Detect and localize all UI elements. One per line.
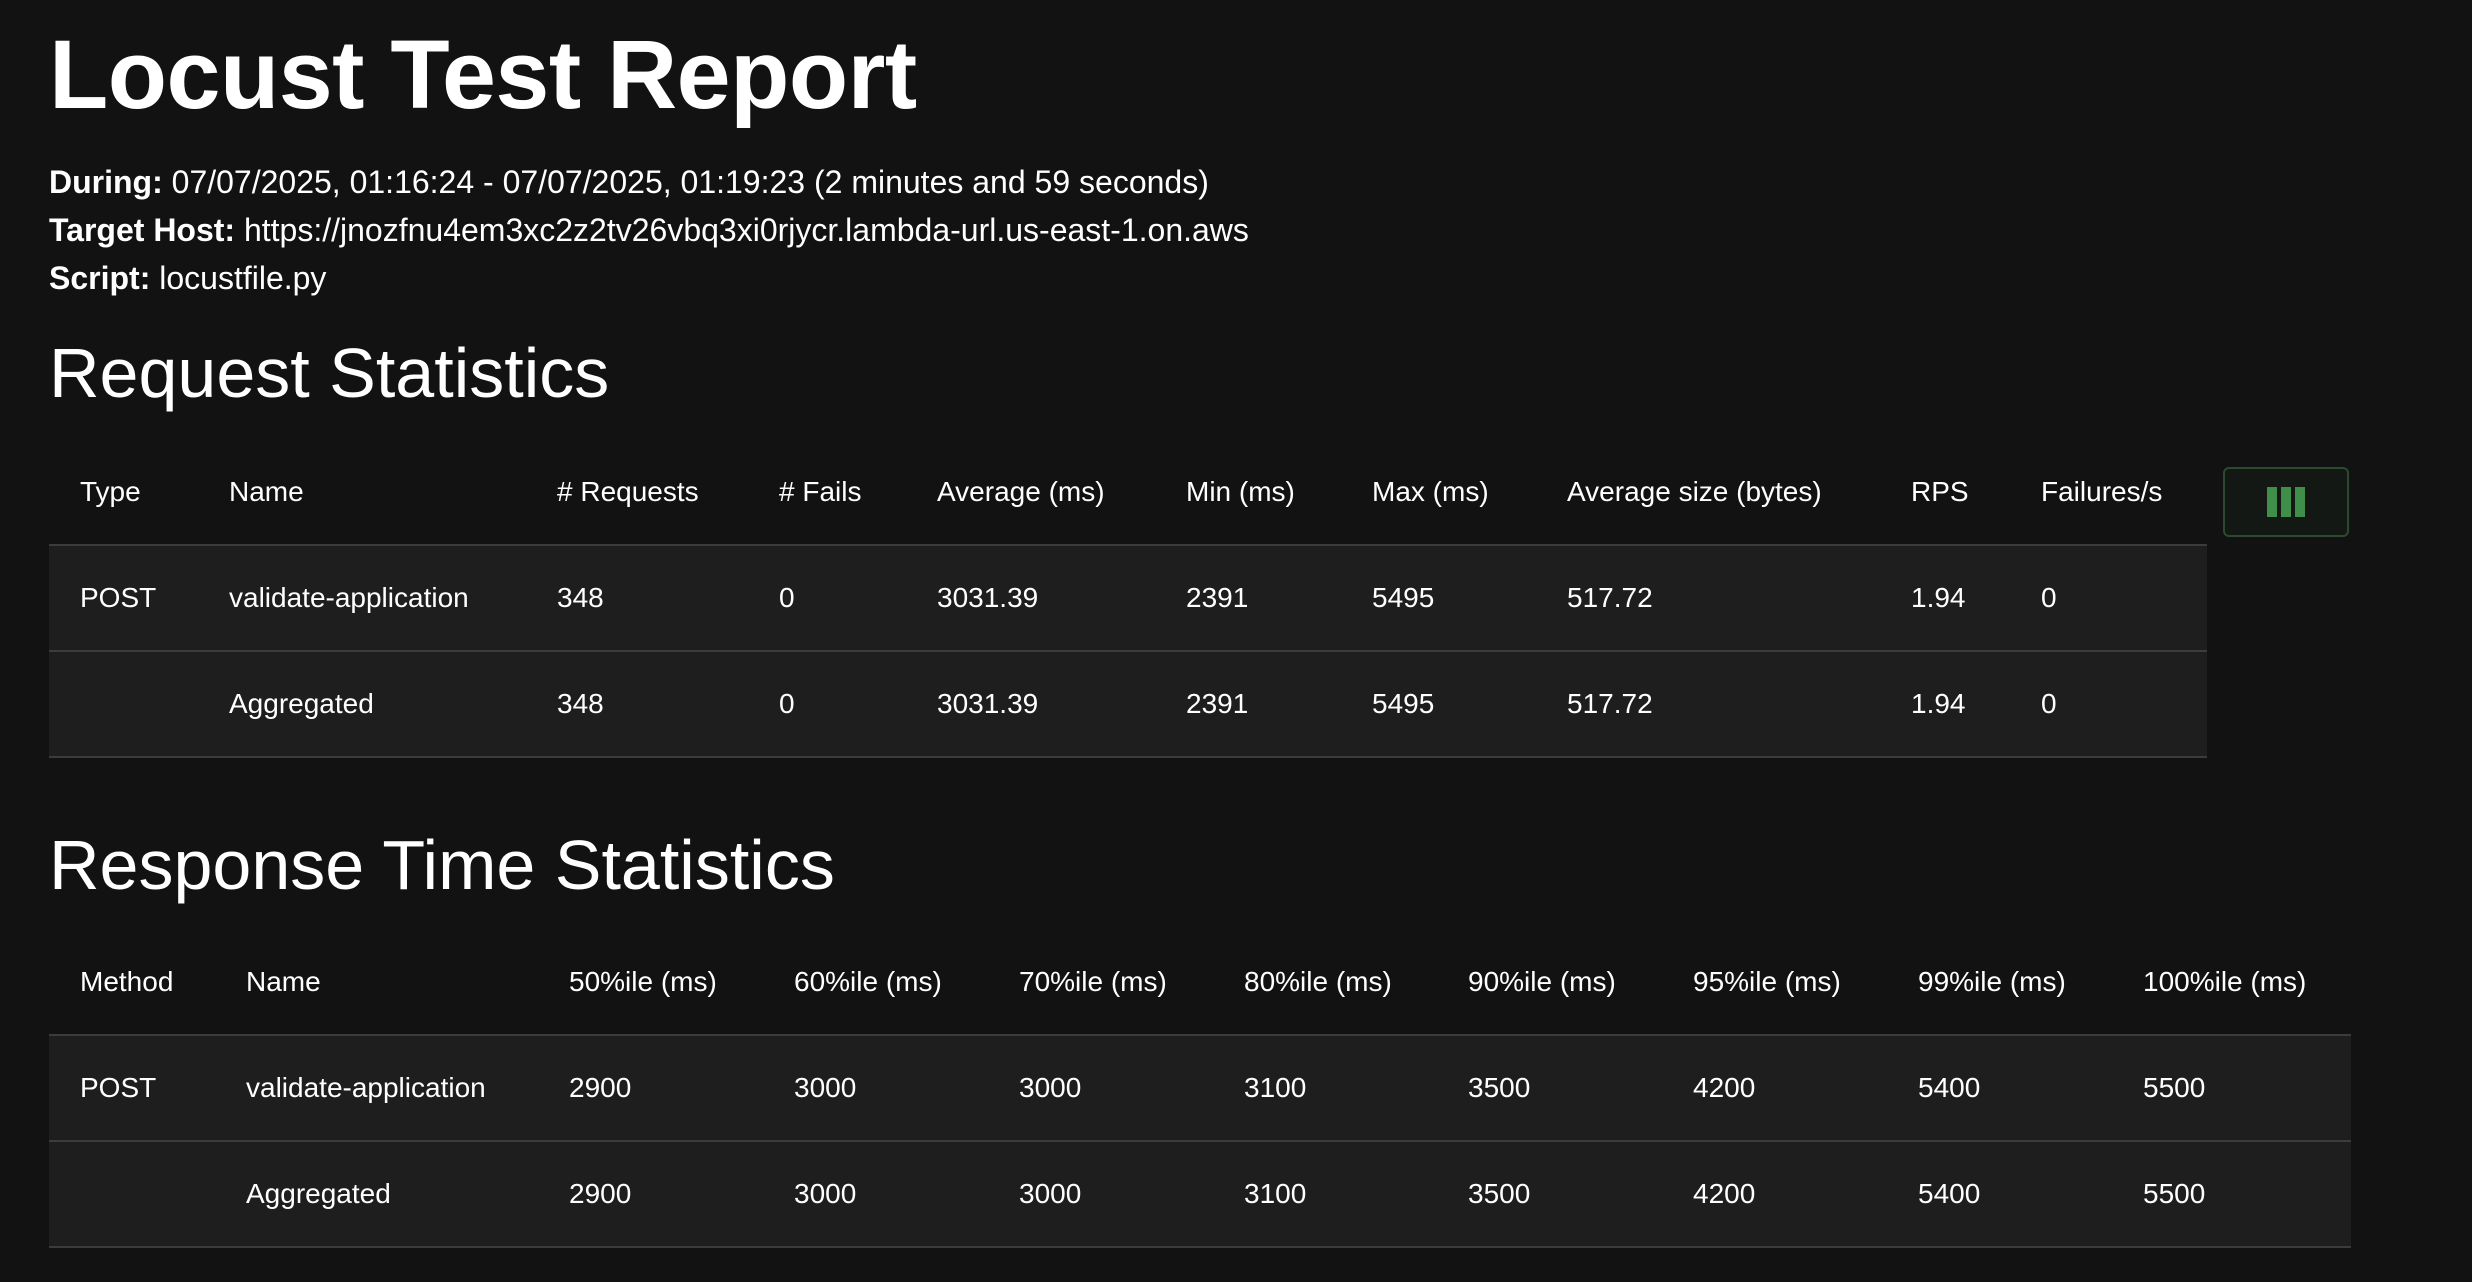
cell-rps: 1.94 xyxy=(1911,688,1966,719)
column-header-name[interactable]: Name xyxy=(215,930,538,1035)
column-header-p90[interactable]: 90%ile (ms) xyxy=(1437,930,1662,1035)
cell-p99: 5400 xyxy=(1918,1072,1981,1103)
response-time-statistics-title: Response Time Statistics xyxy=(49,826,835,904)
column-header-p50[interactable]: 50%ile (ms) xyxy=(538,930,763,1035)
cell-type xyxy=(49,651,198,757)
column-header-method[interactable]: Method xyxy=(49,930,215,1035)
table-row-aggregated: Aggregated 2900 3000 3000 3100 3500 4200… xyxy=(49,1141,2351,1247)
column-header-p70[interactable]: 70%ile (ms) xyxy=(988,930,1213,1035)
request-statistics-table: Type Name # Requests # Fails Average (ms… xyxy=(49,440,2207,758)
page-title: Locust Test Report xyxy=(49,20,917,129)
cell-failures-per-sec: 0 xyxy=(2041,688,2057,719)
cell-p80: 3100 xyxy=(1244,1178,1307,1209)
column-header-max[interactable]: Max (ms) xyxy=(1341,440,1536,545)
cell-p50: 2900 xyxy=(569,1178,632,1209)
cell-name: validate-application xyxy=(229,582,469,613)
cell-p95: 4200 xyxy=(1693,1178,1756,1209)
cell-requests: 348 xyxy=(557,582,604,613)
script-row: Script: locustfile.py xyxy=(49,254,1249,302)
cell-p60: 3000 xyxy=(794,1178,857,1209)
cell-p50: 2900 xyxy=(569,1072,632,1103)
table-row-aggregated: Aggregated 348 0 3031.39 2391 5495 517.7… xyxy=(49,651,2207,757)
column-header-type[interactable]: Type xyxy=(49,440,198,545)
column-header-p99[interactable]: 99%ile (ms) xyxy=(1887,930,2112,1035)
table-header-row: Type Name # Requests # Fails Average (ms… xyxy=(49,440,2207,545)
cell-average-size: 517.72 xyxy=(1567,688,1653,719)
column-selector-button[interactable] xyxy=(2223,467,2349,537)
cell-p70: 3000 xyxy=(1019,1178,1082,1209)
cell-p99: 5400 xyxy=(1918,1178,1981,1209)
cell-min: 2391 xyxy=(1186,688,1249,719)
cell-average: 3031.39 xyxy=(937,582,1039,613)
table-row: POST validate-application 2900 3000 3000… xyxy=(49,1035,2351,1141)
cell-p80: 3100 xyxy=(1244,1072,1307,1103)
request-statistics-title: Request Statistics xyxy=(49,334,610,412)
cell-p90: 3500 xyxy=(1468,1072,1531,1103)
cell-max: 5495 xyxy=(1372,688,1435,719)
cell-name: validate-application xyxy=(246,1072,486,1103)
cell-type: POST xyxy=(80,582,157,613)
target-host-label: Target Host: xyxy=(49,212,236,248)
cell-name: Aggregated xyxy=(229,688,374,719)
cell-p60: 3000 xyxy=(794,1072,857,1103)
response-time-statistics-table: Method Name 50%ile (ms) 60%ile (ms) 70%i… xyxy=(49,930,2351,1248)
cell-method: POST xyxy=(80,1072,157,1103)
during-value: 07/07/2025, 01:16:24 - 07/07/2025, 01:19… xyxy=(171,164,1209,200)
cell-requests: 348 xyxy=(557,688,604,719)
cell-min: 2391 xyxy=(1186,582,1249,613)
cell-method xyxy=(49,1141,215,1247)
column-header-min[interactable]: Min (ms) xyxy=(1155,440,1341,545)
column-header-p95[interactable]: 95%ile (ms) xyxy=(1662,930,1887,1035)
cell-fails: 0 xyxy=(779,582,795,613)
cell-fails: 0 xyxy=(779,688,795,719)
column-header-fails[interactable]: # Fails xyxy=(748,440,906,545)
column-header-failures-per-sec[interactable]: Failures/s xyxy=(2010,440,2207,545)
cell-average: 3031.39 xyxy=(937,688,1039,719)
column-header-requests[interactable]: # Requests xyxy=(526,440,748,545)
column-header-average[interactable]: Average (ms) xyxy=(906,440,1155,545)
column-header-p60[interactable]: 60%ile (ms) xyxy=(763,930,988,1035)
cell-p70: 3000 xyxy=(1019,1072,1082,1103)
target-host-value: https://jnozfnu4em3xc2z2tv26vbq3xi0rjycr… xyxy=(243,212,1249,248)
table-header-row: Method Name 50%ile (ms) 60%ile (ms) 70%i… xyxy=(49,930,2351,1035)
column-header-average-size[interactable]: Average size (bytes) xyxy=(1536,440,1880,545)
cell-p100: 5500 xyxy=(2143,1072,2206,1103)
column-header-name[interactable]: Name xyxy=(198,440,526,545)
cell-failures-per-sec: 0 xyxy=(2041,582,2057,613)
script-label: Script: xyxy=(49,260,151,296)
script-value: locustfile.py xyxy=(159,260,327,296)
table-row: POST validate-application 348 0 3031.39 … xyxy=(49,545,2207,651)
during-label: During: xyxy=(49,164,163,200)
cell-p100: 5500 xyxy=(2143,1178,2206,1209)
cell-p95: 4200 xyxy=(1693,1072,1756,1103)
cell-p90: 3500 xyxy=(1468,1178,1531,1209)
column-header-p100[interactable]: 100%ile (ms) xyxy=(2112,930,2351,1035)
column-header-p80[interactable]: 80%ile (ms) xyxy=(1213,930,1437,1035)
target-host-row: Target Host: https://jnozfnu4em3xc2z2tv2… xyxy=(49,206,1249,254)
columns-icon xyxy=(2267,487,2305,517)
cell-average-size: 517.72 xyxy=(1567,582,1653,613)
during-row: During: 07/07/2025, 01:16:24 - 07/07/202… xyxy=(49,158,1249,206)
column-header-rps[interactable]: RPS xyxy=(1880,440,2010,545)
report-meta: During: 07/07/2025, 01:16:24 - 07/07/202… xyxy=(49,158,1249,302)
cell-name: Aggregated xyxy=(246,1178,391,1209)
cell-rps: 1.94 xyxy=(1911,582,1966,613)
cell-max: 5495 xyxy=(1372,582,1435,613)
